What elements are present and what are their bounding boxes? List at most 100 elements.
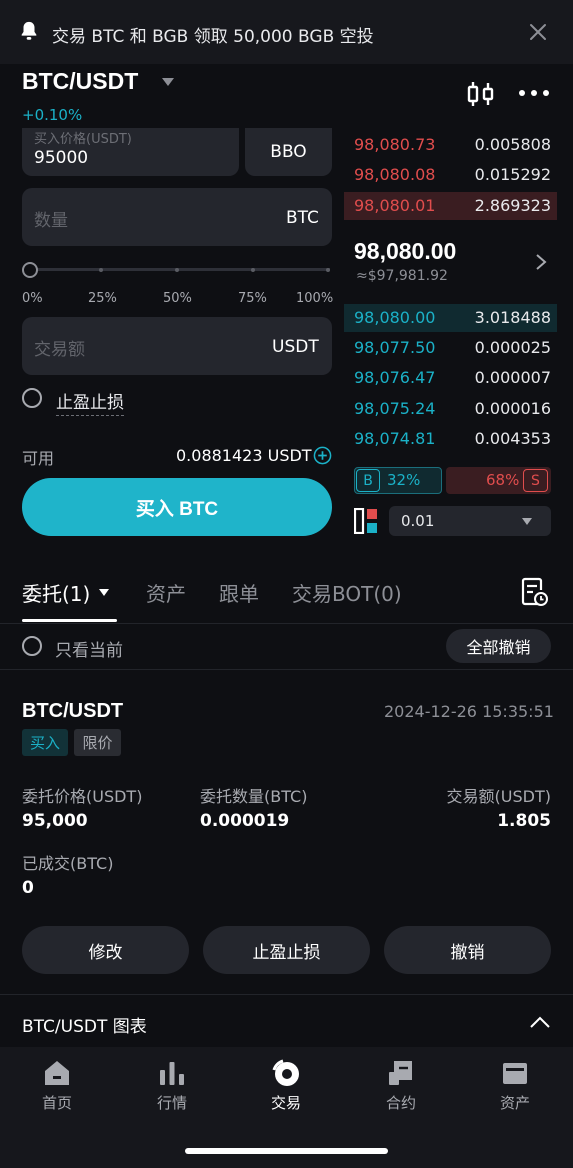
ask-qty: 0.015292 — [474, 165, 551, 184]
nav-label: 交易 — [270, 1094, 301, 1112]
order-history-icon[interactable] — [520, 577, 548, 607]
tab-assets[interactable]: 资产 — [146, 578, 186, 607]
tpsl-radio[interactable] — [22, 388, 42, 408]
markets-icon — [160, 1062, 184, 1085]
nav-home[interactable]: 首页 — [17, 1058, 97, 1113]
bell-icon — [21, 21, 37, 40]
order-side-tag: 买入 — [22, 729, 68, 756]
bid-row[interactable]: 98,074.81 0.004353 — [344, 425, 557, 453]
depth-value: 0.01 — [401, 512, 435, 530]
bid-row[interactable]: 98,080.00 3.018488 — [344, 304, 557, 332]
slider-mark-75[interactable]: 75% — [238, 291, 267, 306]
amount-placeholder: 交易额 — [34, 340, 85, 360]
bid-qty: 0.004353 — [474, 429, 551, 448]
order-price-label: 委托价格(USDT) — [22, 787, 143, 806]
amount-slider[interactable] — [30, 268, 330, 271]
bid-qty: 3.018488 — [474, 308, 551, 327]
order-pair[interactable]: BTC/USDT — [22, 700, 123, 723]
cancel-order-button[interactable]: 撤销 — [384, 926, 551, 974]
divider — [0, 623, 573, 624]
more-icon[interactable] — [518, 88, 550, 98]
slider-tick — [99, 268, 103, 272]
slider-mark-50[interactable]: 50% — [163, 291, 192, 306]
bbo-button[interactable]: BBO — [245, 128, 332, 176]
chevron-down-icon — [522, 518, 532, 525]
available-label: 可用 — [22, 449, 55, 468]
bid-qty: 0.000016 — [474, 399, 551, 418]
order-amount-label: 交易额(USDT) — [446, 787, 551, 806]
nav-label: 首页 — [41, 1094, 72, 1112]
amount-unit: USDT — [272, 337, 319, 357]
bid-qty: 0.000007 — [474, 368, 551, 387]
trade-icon — [272, 1059, 299, 1086]
slider-tick — [326, 268, 330, 272]
wallet-icon — [503, 1063, 527, 1084]
ask-price: 98,080.73 — [354, 135, 436, 154]
tpsl-label[interactable]: 止盈止损 — [56, 388, 124, 416]
quantity-placeholder: 数量 — [34, 211, 68, 231]
bid-row[interactable]: 98,076.47 0.000007 — [344, 364, 557, 392]
bid-row[interactable]: 98,077.50 0.000025 — [344, 334, 557, 362]
slider-tick — [251, 268, 255, 272]
order-time: 2024-12-26 15:35:51 — [384, 702, 554, 721]
sell-badge: S — [523, 469, 548, 492]
price-input-value[interactable]: 95000 — [34, 148, 88, 168]
ask-row[interactable]: 98,080.73 0.005808 — [344, 131, 557, 159]
slider-mark-25[interactable]: 25% — [88, 291, 117, 306]
order-qty-label: 委托数量(BTC) — [200, 787, 308, 806]
chevron-up-icon[interactable] — [528, 1014, 552, 1030]
nav-markets[interactable]: 行情 — [132, 1058, 212, 1113]
ask-qty: 0.005808 — [474, 135, 551, 154]
bid-qty: 0.000025 — [474, 338, 551, 357]
bid-price: 98,077.50 — [354, 338, 436, 357]
nav-label: 合约 — [385, 1094, 416, 1112]
slider-handle[interactable] — [22, 262, 38, 278]
tab-indicator — [22, 619, 117, 622]
pair-title[interactable]: BTC/USDT — [22, 68, 138, 95]
last-price-usd: ≈$97,981.92 — [356, 268, 448, 284]
ask-row[interactable]: 98,080.08 0.015292 — [344, 161, 557, 189]
only-current-label[interactable]: 只看当前 — [55, 636, 123, 661]
orderbook-layout-icon[interactable] — [354, 508, 378, 534]
bid-row[interactable]: 98,075.24 0.000016 — [344, 395, 557, 423]
close-icon[interactable] — [526, 20, 550, 44]
tab-copy-trade[interactable]: 跟单 — [219, 578, 259, 607]
home-indicator — [185, 1148, 388, 1154]
nav-futures[interactable]: 合约 — [361, 1058, 441, 1113]
candlestick-chart-icon[interactable] — [466, 80, 496, 108]
pair-dropdown-icon[interactable] — [162, 78, 174, 86]
modify-order-button[interactable]: 修改 — [22, 926, 189, 974]
slider-mark-0[interactable]: 0% — [22, 291, 43, 306]
quantity-unit: BTC — [286, 208, 319, 228]
futures-icon — [389, 1061, 412, 1085]
cancel-all-button[interactable]: 全部撤销 — [446, 629, 551, 663]
price-input-label: 买入价格(USDT) — [34, 132, 132, 147]
bid-price: 98,074.81 — [354, 429, 436, 448]
bid-price: 98,080.00 — [354, 308, 436, 327]
notification-text: 交易 BTC 和 BGB 领取 50,000 BGB 空投 — [52, 27, 374, 47]
divider — [0, 994, 573, 995]
nav-assets[interactable]: 资产 — [475, 1058, 555, 1113]
chevron-down-icon[interactable] — [99, 589, 109, 596]
buy-ratio: 32% — [387, 471, 421, 489]
order-filled-value: 0 — [22, 878, 34, 898]
ask-row[interactable]: 98,080.01 2.869323 — [344, 192, 557, 220]
only-current-radio[interactable] — [22, 636, 42, 656]
slider-tick — [175, 268, 179, 272]
bid-price: 98,075.24 — [354, 399, 436, 418]
tab-trading-bot[interactable]: 交易BOT(0) — [292, 578, 402, 607]
nav-trade[interactable]: 交易 — [246, 1058, 326, 1113]
order-tpsl-button[interactable]: 止盈止损 — [203, 926, 370, 974]
order-type-tag: 限价 — [74, 729, 121, 756]
nav-label: 行情 — [156, 1094, 187, 1112]
slider-mark-100[interactable]: 100% — [296, 291, 333, 306]
last-price[interactable]: 98,080.00 — [354, 238, 456, 265]
buy-badge: B — [356, 469, 380, 492]
chart-section-label[interactable]: BTC/USDT 图表 — [22, 1012, 147, 1037]
add-circle-icon[interactable] — [313, 446, 332, 465]
price-change: +0.10% — [22, 106, 83, 124]
chevron-right-icon[interactable] — [534, 252, 548, 272]
tab-orders[interactable]: 委托(1) — [22, 578, 90, 607]
ask-qty: 2.869323 — [474, 196, 551, 215]
buy-button[interactable]: 买入 BTC — [22, 478, 332, 536]
